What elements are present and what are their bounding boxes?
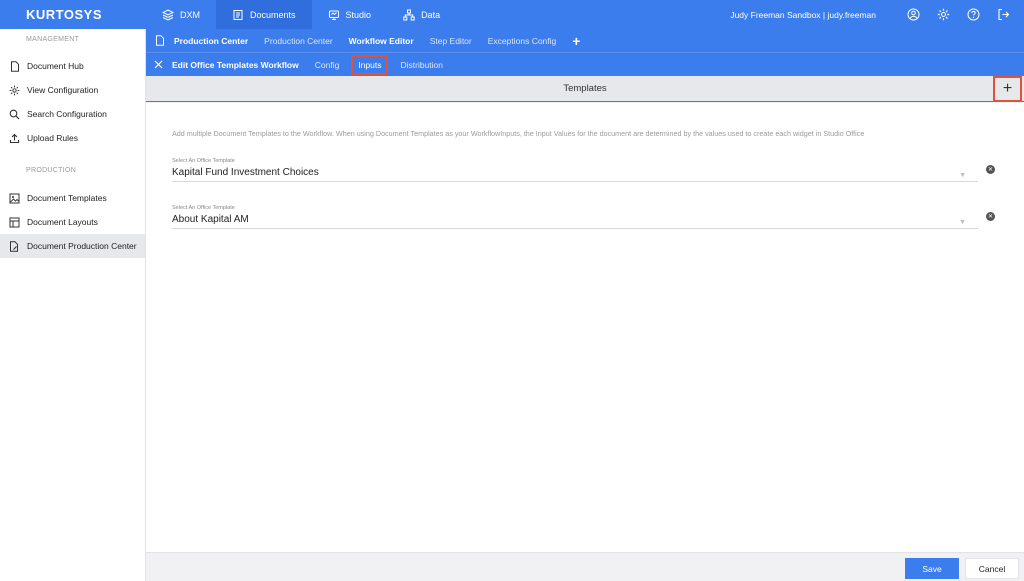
chevron-down-icon[interactable]: ▼ <box>959 169 966 183</box>
user-label[interactable]: Judy Freeman Sandbox | judy.freeman <box>730 10 876 20</box>
sidebar-item-document-templates[interactable]: Document Templates <box>0 186 145 210</box>
upload-icon <box>9 133 20 144</box>
field-label: Select An Office Template <box>172 158 235 164</box>
sidebar-item-document-hub[interactable]: Document Hub <box>0 54 145 78</box>
add-tab-button[interactable]: + <box>564 29 588 52</box>
document-icon <box>155 35 166 46</box>
search-icon <box>9 109 20 120</box>
remove-template-2-icon[interactable]: ✕ <box>986 212 995 221</box>
topnav-studio[interactable]: Studio <box>312 0 388 29</box>
section-title: Templates <box>563 83 607 94</box>
sidebar-item-view-configuration[interactable]: View Configuration <box>0 78 145 102</box>
footer: Save Cancel <box>146 552 1024 581</box>
logout-icon[interactable] <box>996 8 1010 22</box>
tab-inputs[interactable]: Inputs <box>350 54 389 76</box>
help-icon[interactable] <box>966 8 980 22</box>
sidebar: MANAGEMENT Document Hub View Configurati… <box>0 29 146 581</box>
workflow-title: Edit Office Templates Workflow <box>172 59 299 70</box>
top-right: Judy Freeman Sandbox | judy.freeman <box>730 8 1024 22</box>
template-select-2[interactable]: Select An Office Template About Kapital … <box>172 205 978 229</box>
gear-icon <box>9 85 20 96</box>
help-text: Add multiple Document Templates to the W… <box>172 129 865 138</box>
data-icon <box>403 9 415 21</box>
sidebar-item-document-layouts[interactable]: Document Layouts <box>0 210 145 234</box>
tab-distribution[interactable]: Distribution <box>392 53 451 76</box>
topnav-dxm[interactable]: DXM <box>146 0 216 29</box>
templates-header: Templates + <box>146 76 1024 102</box>
studio-icon <box>328 9 340 21</box>
close-icon[interactable] <box>154 60 164 69</box>
template-value[interactable]: About Kapital AM ▼ <box>172 213 978 229</box>
tab-production-center[interactable]: Production Center <box>256 29 341 52</box>
image-icon <box>9 193 20 204</box>
user-icon[interactable] <box>906 8 920 22</box>
add-template-button[interactable]: + <box>993 76 1022 102</box>
tab-workflow-editor[interactable]: Workflow Editor <box>341 29 422 52</box>
sidebar-item-upload-rules[interactable]: Upload Rules <box>0 126 145 150</box>
main-content: Add multiple Document Templates to the W… <box>146 103 1024 552</box>
gear-icon[interactable] <box>936 8 950 22</box>
top-bar: KURTOSYS DXM Documents Studio Data Judy … <box>0 0 1024 29</box>
section-label-production: PRODUCTION <box>26 167 77 174</box>
secondary-tabs: Edit Office Templates Workflow Config In… <box>146 52 1024 76</box>
document-icon <box>9 60 20 72</box>
tab-exceptions-config[interactable]: Exceptions Config <box>480 29 565 52</box>
top-nav: DXM Documents Studio Data <box>146 0 456 29</box>
topnav-data[interactable]: Data <box>387 0 456 29</box>
template-select-1[interactable]: Select An Office Template Kapital Fund I… <box>172 158 978 182</box>
sidebar-item-search-configuration[interactable]: Search Configuration <box>0 102 145 126</box>
topnav-documents[interactable]: Documents <box>216 0 312 29</box>
primary-tabs: Production Center Production Center Work… <box>146 29 1024 52</box>
cancel-button[interactable]: Cancel <box>965 558 1019 579</box>
remove-template-1-icon[interactable]: ✕ <box>986 165 995 174</box>
layout-icon <box>9 217 20 228</box>
logo[interactable]: KURTOSYS <box>0 7 146 22</box>
document-edit-icon <box>9 240 20 252</box>
section-label-management: MANAGEMENT <box>26 36 80 43</box>
documents-icon <box>232 9 244 21</box>
save-button[interactable]: Save <box>905 558 959 579</box>
tab-config[interactable]: Config <box>307 53 348 76</box>
tab-production-center-home[interactable]: Production Center <box>166 29 256 52</box>
layers-icon <box>162 8 174 21</box>
field-label: Select An Office Template <box>172 205 235 211</box>
chevron-down-icon[interactable]: ▼ <box>959 216 966 230</box>
sidebar-item-document-production-center[interactable]: Document Production Center <box>0 234 145 258</box>
template-value[interactable]: Kapital Fund Investment Choices ▼ <box>172 166 978 182</box>
tab-step-editor[interactable]: Step Editor <box>422 29 480 52</box>
